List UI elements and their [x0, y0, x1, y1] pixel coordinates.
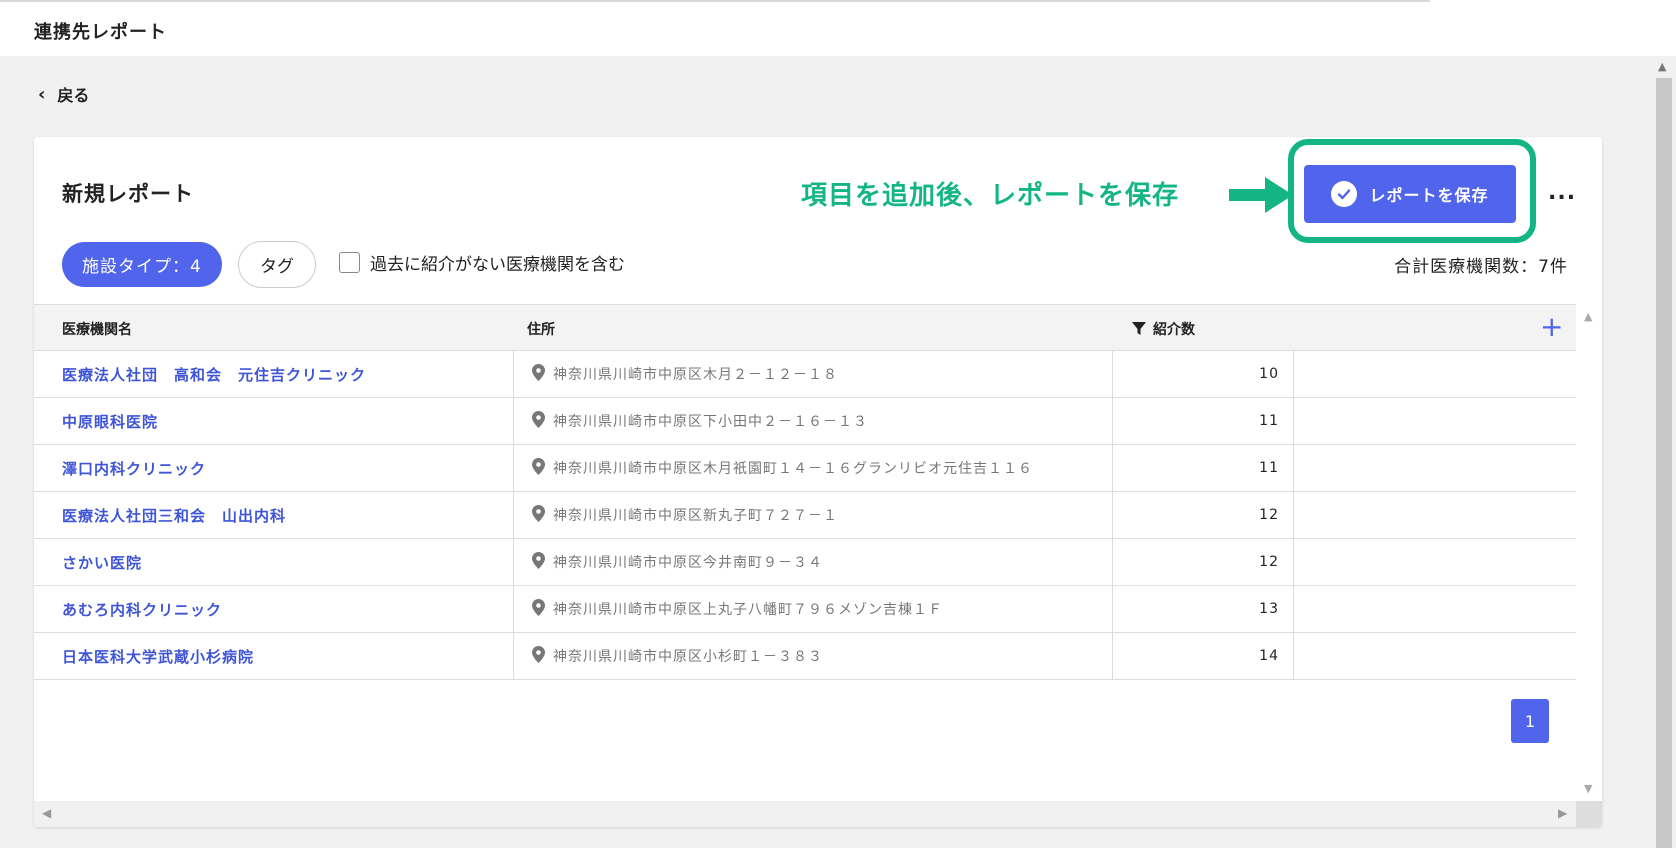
- report-title: 新規レポート: [62, 182, 194, 206]
- scroll-right-icon[interactable]: ▶: [1558, 806, 1567, 820]
- facility-address-text: 神奈川県川崎市中原区上丸子八幡町７９６メゾン吉棟１Ｆ: [553, 602, 943, 618]
- facility-address: 神奈川県川崎市中原区新丸子町７２７－１: [513, 492, 1113, 538]
- map-pin-icon: [532, 363, 545, 385]
- table-body: 医療法人社団 高和会 元住吉クリニック 神奈川県川崎市中原区木月２－１２－１８ 10…: [34, 351, 1576, 680]
- scroll-up-icon[interactable]: ▲: [1584, 310, 1592, 323]
- facility-address: 神奈川県川崎市中原区今井南町９－３４: [513, 539, 1113, 585]
- save-report-label: レポートを保存: [1369, 186, 1489, 205]
- map-pin-icon: [532, 645, 545, 667]
- facility-name-link[interactable]: あむろ内科クリニック: [62, 599, 222, 620]
- facility-name-link[interactable]: 澤口内科クリニック: [62, 458, 206, 479]
- table-row[interactable]: 日本医科大学武蔵小杉病院 神奈川県川崎市中原区小杉町１－３８３ 14: [34, 633, 1576, 680]
- facility-address: 神奈川県川崎市中原区下小田中２－１６－１３: [513, 398, 1113, 444]
- check-circle-icon: [1331, 181, 1358, 207]
- app-header: 連携先レポート: [0, 0, 1430, 56]
- filter-icon[interactable]: [1132, 322, 1146, 336]
- referral-count: 12: [1113, 492, 1294, 538]
- referral-count: 10: [1113, 351, 1294, 397]
- facility-address-text: 神奈川県川崎市中原区今井南町９－３４: [553, 555, 823, 571]
- table-row[interactable]: 医療法人社団三和会 山出内科 神奈川県川崎市中原区新丸子町７２７－１ 12: [34, 492, 1576, 539]
- page-scroll-up-icon[interactable]: ▲: [1658, 60, 1666, 73]
- column-header-referrals-label: 紹介数: [1153, 322, 1195, 338]
- facility-name-link[interactable]: 中原眼科医院: [62, 411, 158, 432]
- column-header-address[interactable]: 住所: [527, 319, 555, 339]
- facility-name-link[interactable]: さかい医院: [62, 552, 142, 573]
- table-row[interactable]: あむろ内科クリニック 神奈川県川崎市中原区上丸子八幡町７９６メゾン吉棟１Ｆ 13: [34, 586, 1576, 633]
- table-row[interactable]: 澤口内科クリニック 神奈川県川崎市中原区木月祇園町１４－１６グランリビオ元住吉１１…: [34, 445, 1576, 492]
- facility-address: 神奈川県川崎市中原区木月２－１２－１８: [513, 351, 1113, 397]
- header-right-area: [1430, 0, 1676, 56]
- map-pin-icon: [532, 504, 545, 526]
- back-label: 戻る: [57, 86, 90, 105]
- scroll-left-icon[interactable]: ◀: [42, 806, 51, 820]
- pagination-page-1[interactable]: 1: [1511, 699, 1549, 743]
- facility-address: 神奈川県川崎市中原区木月祇園町１４－１６グランリビオ元住吉１１６: [513, 445, 1113, 491]
- facility-name-link[interactable]: 医療法人社団三和会 山出内科: [62, 505, 286, 526]
- facility-address-text: 神奈川県川崎市中原区小杉町１－３８３: [553, 649, 823, 665]
- arrow-right-icon: [1229, 177, 1293, 213]
- total-count: 合計医療機関数：7件: [1394, 257, 1568, 277]
- column-header-referrals[interactable]: 紹介数: [1132, 319, 1195, 339]
- scroll-down-icon[interactable]: ▼: [1584, 782, 1592, 795]
- referral-count: 11: [1113, 445, 1294, 491]
- table-row[interactable]: 医療法人社団 高和会 元住吉クリニック 神奈川県川崎市中原区木月２－１２－１８ 10: [34, 351, 1576, 398]
- referral-count: 11: [1113, 398, 1294, 444]
- table-row[interactable]: 中原眼科医院 神奈川県川崎市中原区下小田中２－１６－１３ 11: [34, 398, 1576, 445]
- map-pin-icon: [532, 551, 545, 573]
- facility-address-text: 神奈川県川崎市中原区木月祇園町１４－１６グランリビオ元住吉１１６: [553, 461, 1033, 477]
- facility-address-text: 神奈川県川崎市中原区新丸子町７２７－１: [553, 508, 838, 524]
- scrollbar-corner: [1576, 801, 1602, 827]
- table-vertical-scrollbar[interactable]: ▲ ▼: [1576, 304, 1602, 827]
- facility-address-text: 神奈川県川崎市中原区下小田中２－１６－１３: [553, 414, 868, 430]
- page-title: 連携先レポート: [34, 22, 167, 43]
- facility-name-link[interactable]: 日本医科大学武蔵小杉病院: [62, 646, 254, 667]
- facility-table: 医療機関名 住所 紹介数 + 医療法人社団 高和会 元住吉クリニック神奈川県川崎…: [34, 304, 1576, 680]
- save-report-button[interactable]: レポートを保存: [1304, 165, 1516, 223]
- page-scroll-thumb[interactable]: [1656, 78, 1672, 848]
- more-icon[interactable]: ...: [1548, 180, 1576, 205]
- table-header: 医療機関名 住所 紹介数 +: [34, 304, 1576, 351]
- map-pin-icon: [532, 410, 545, 432]
- table-row[interactable]: さかい医院 神奈川県川崎市中原区今井南町９－３４ 12: [34, 539, 1576, 586]
- report-card: 新規レポート 項目を追加後、レポートを保存 レポートを保存 ... 施設タイプ：…: [34, 137, 1602, 827]
- referral-count: 14: [1113, 633, 1294, 679]
- chevron-left-icon: ‹: [38, 83, 46, 105]
- facility-address: 神奈川県川崎市中原区上丸子八幡町７９６メゾン吉棟１Ｆ: [513, 586, 1113, 632]
- facility-address-text: 神奈川県川崎市中原区木月２－１２－１８: [553, 367, 838, 383]
- map-pin-icon: [532, 598, 545, 620]
- column-header-name[interactable]: 医療機関名: [62, 319, 132, 339]
- facility-name-link[interactable]: 医療法人社団 高和会 元住吉クリニック: [62, 364, 366, 385]
- table-horizontal-scrollbar[interactable]: ◀ ▶: [34, 801, 1576, 827]
- map-pin-icon: [532, 457, 545, 479]
- page-vertical-scrollbar[interactable]: ▲: [1652, 56, 1676, 848]
- annotation-text: 項目を追加後、レポートを保存: [801, 181, 1180, 211]
- plus-icon[interactable]: +: [1540, 310, 1563, 343]
- referral-count: 13: [1113, 586, 1294, 632]
- facility-address: 神奈川県川崎市中原区小杉町１－３８３: [513, 633, 1113, 679]
- back-button[interactable]: ‹ 戻る: [38, 82, 89, 106]
- referral-count: 12: [1113, 539, 1294, 585]
